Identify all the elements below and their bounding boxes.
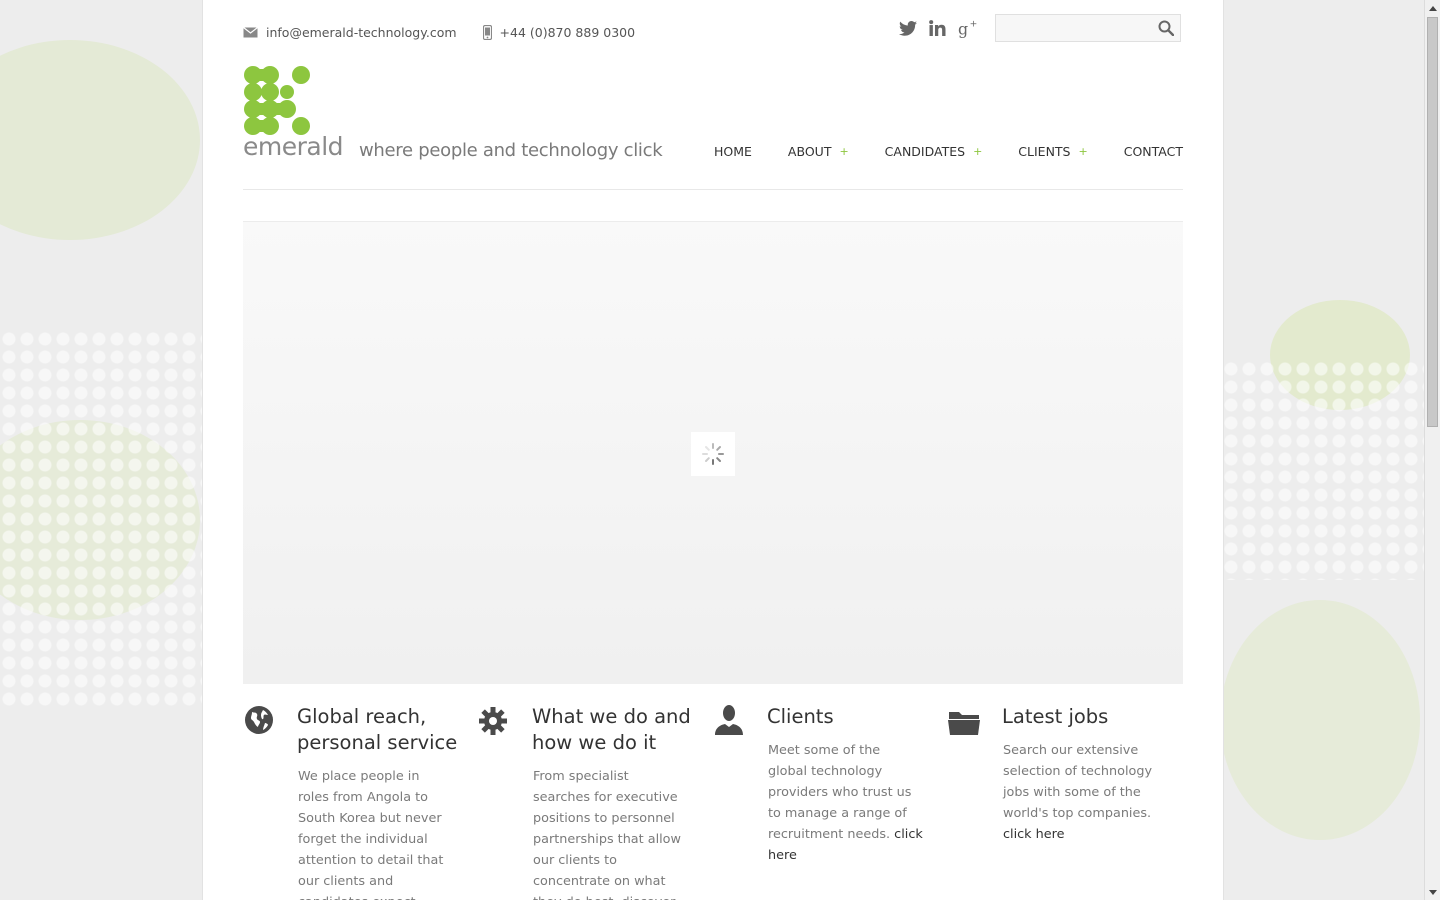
phone-contact[interactable]: +44 (0)870 889 0300 (482, 24, 636, 40)
background-blob (0, 420, 200, 620)
feature-text: Search our extensive selection of techno… (1003, 740, 1158, 845)
scroll-down-arrow-icon[interactable] (1425, 884, 1440, 900)
feature-description: Meet some of the global technology provi… (768, 743, 912, 842)
feature-description: From specialist searches for executive p… (533, 769, 681, 900)
feature-title: Clients (767, 705, 834, 728)
nav-label: CONTACT (1123, 144, 1183, 159)
feature-latest-jobs: Latest jobs Search our extensive selecti… (948, 704, 1183, 900)
nav-label: ABOUT (787, 144, 832, 159)
phone-text: +44 (0)870 889 0300 (499, 24, 636, 40)
google-plus-icon[interactable]: g + (958, 18, 978, 38)
feature-description: Search our extensive selection of techno… (1003, 743, 1153, 821)
feature-title: What we do and how we do it (532, 705, 691, 754)
scroll-up-arrow-icon[interactable] (1425, 0, 1440, 16)
feature-title: Global reach, personal service (297, 705, 458, 754)
background-blob (1270, 300, 1410, 410)
feature-text: From specialist searches for executive p… (533, 766, 688, 900)
social-links: g + (899, 18, 990, 38)
header-divider (243, 189, 1183, 190)
svg-text:g: g (958, 20, 968, 38)
globe-icon (245, 706, 273, 734)
nav-contact[interactable]: CONTACT (1124, 144, 1183, 159)
feature-what-we-do: What we do and how we do it From special… (478, 704, 713, 900)
feature-text: We place people in roles from Angola to … (298, 766, 453, 900)
nav-candidates[interactable]: CANDIDATES + (885, 144, 983, 159)
scrollbar-thumb[interactable] (1427, 17, 1438, 427)
feature-row: Global reach, personal service We place … (243, 704, 1183, 900)
folder-icon (948, 712, 980, 735)
background-dots (1222, 360, 1424, 580)
svg-text:+: + (970, 18, 978, 29)
feature-global-reach: Global reach, personal service We place … (243, 704, 478, 900)
nav-label: CLIENTS (1018, 144, 1071, 159)
jobs-click-here-link[interactable]: click here (1003, 827, 1065, 842)
vertical-scrollbar[interactable] (1424, 0, 1440, 900)
email-contact[interactable]: info@emerald-technology.com (243, 25, 457, 40)
gear-icon (479, 707, 507, 735)
feature-title: Latest jobs (1002, 705, 1109, 728)
submenu-plus-icon: + (839, 145, 849, 158)
nav-home[interactable]: HOME (714, 144, 752, 159)
emerald-logo-mark[interactable] (243, 66, 343, 136)
submenu-plus-icon: + (1078, 145, 1088, 158)
search-input[interactable] (996, 15, 1158, 41)
spinner-icon (702, 443, 724, 465)
person-icon (715, 705, 743, 735)
background-blob (1220, 600, 1420, 840)
loading-spinner (691, 432, 735, 476)
feature-clients: Clients Meet some of the global technolo… (713, 704, 948, 900)
top-contact-bar: info@emerald-technology.com +44 (0)870 8… (243, 22, 661, 42)
search-icon (1158, 20, 1175, 37)
nav-label: CANDIDATES (884, 144, 966, 159)
brand-name[interactable]: emerald (243, 132, 344, 161)
background-dots (0, 330, 202, 710)
search-button[interactable] (1158, 20, 1175, 40)
brand-tagline: where people and technology click (359, 140, 663, 161)
nav-label: HOME (714, 144, 752, 159)
nav-about[interactable]: ABOUT + (788, 144, 849, 159)
feature-description: We place people in roles from Angola to … (298, 769, 444, 900)
twitter-icon[interactable] (899, 20, 917, 36)
mobile-phone-icon (482, 24, 492, 40)
submenu-plus-icon: + (973, 145, 983, 158)
main-navigation: HOME ABOUT + CANDIDATES + CLIENTS + CONT… (678, 144, 1183, 159)
feature-text: Meet some of the global technology provi… (768, 740, 923, 866)
hero-slider[interactable] (243, 221, 1183, 684)
search-box (995, 14, 1181, 42)
page-container: info@emerald-technology.com +44 (0)870 8… (202, 0, 1224, 900)
background-blob (0, 40, 200, 240)
email-text: info@emerald-technology.com (266, 24, 457, 40)
nav-clients[interactable]: CLIENTS + (1018, 144, 1087, 159)
envelope-icon (243, 26, 258, 37)
linkedin-icon[interactable] (929, 20, 946, 36)
